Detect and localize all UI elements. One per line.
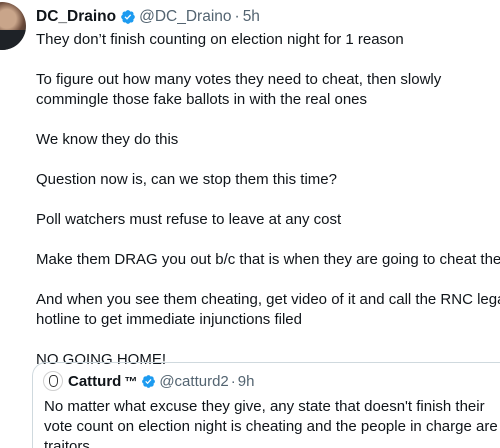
avatar-shade xyxy=(0,30,26,50)
avatar-face-icon xyxy=(49,375,58,387)
tweet-paragraph-7: And when you see them cheating, get vide… xyxy=(36,291,500,328)
author-handle[interactable]: @DC_Draino xyxy=(139,8,231,26)
tweet-paragraph-2: To figure out how many votes they need t… xyxy=(36,71,442,108)
verified-badge-icon xyxy=(142,374,156,388)
catturd-avatar[interactable] xyxy=(43,371,63,391)
quoted-tweet-header: Catturd ™ @catturd2 · 9h xyxy=(43,371,254,391)
tweet-body: They don’t finish counting on election n… xyxy=(36,30,500,390)
avatar[interactable] xyxy=(0,2,26,50)
tweet-paragraph-3: We know they do this xyxy=(36,131,179,148)
tweet-view: DC_Draino @DC_Draino · 5h They don’t fin… xyxy=(0,0,500,448)
tweet-timestamp[interactable]: 5h xyxy=(243,8,260,26)
header-separator: · xyxy=(234,8,240,25)
tweet-paragraph-4: Question now is, can we stop them this t… xyxy=(36,171,337,188)
tweet-paragraph-6: Make them DRAG you out b/c that is when … xyxy=(36,251,500,268)
quoted-author-trademark: ™ xyxy=(124,373,138,389)
quoted-author-display-name[interactable]: Catturd xyxy=(68,373,121,390)
tweet-header: DC_Draino @DC_Draino · 5h xyxy=(36,6,260,28)
quoted-tweet-text: No matter what excuse they give, any sta… xyxy=(44,398,498,448)
quoted-tweet-timestamp[interactable]: 9h xyxy=(238,373,255,390)
quoted-header-separator: · xyxy=(230,372,236,390)
quoted-tweet-card[interactable]: Catturd ™ @catturd2 · 9h No matter what … xyxy=(32,362,500,448)
verified-badge-icon xyxy=(121,10,135,24)
tweet-paragraph-5: Poll watchers must refuse to leave at an… xyxy=(36,211,342,228)
author-display-name[interactable]: DC_Draino xyxy=(36,8,116,26)
tweet-paragraph-1: They don’t finish counting on election n… xyxy=(36,31,404,48)
quoted-author-handle[interactable]: @catturd2 xyxy=(159,373,228,390)
